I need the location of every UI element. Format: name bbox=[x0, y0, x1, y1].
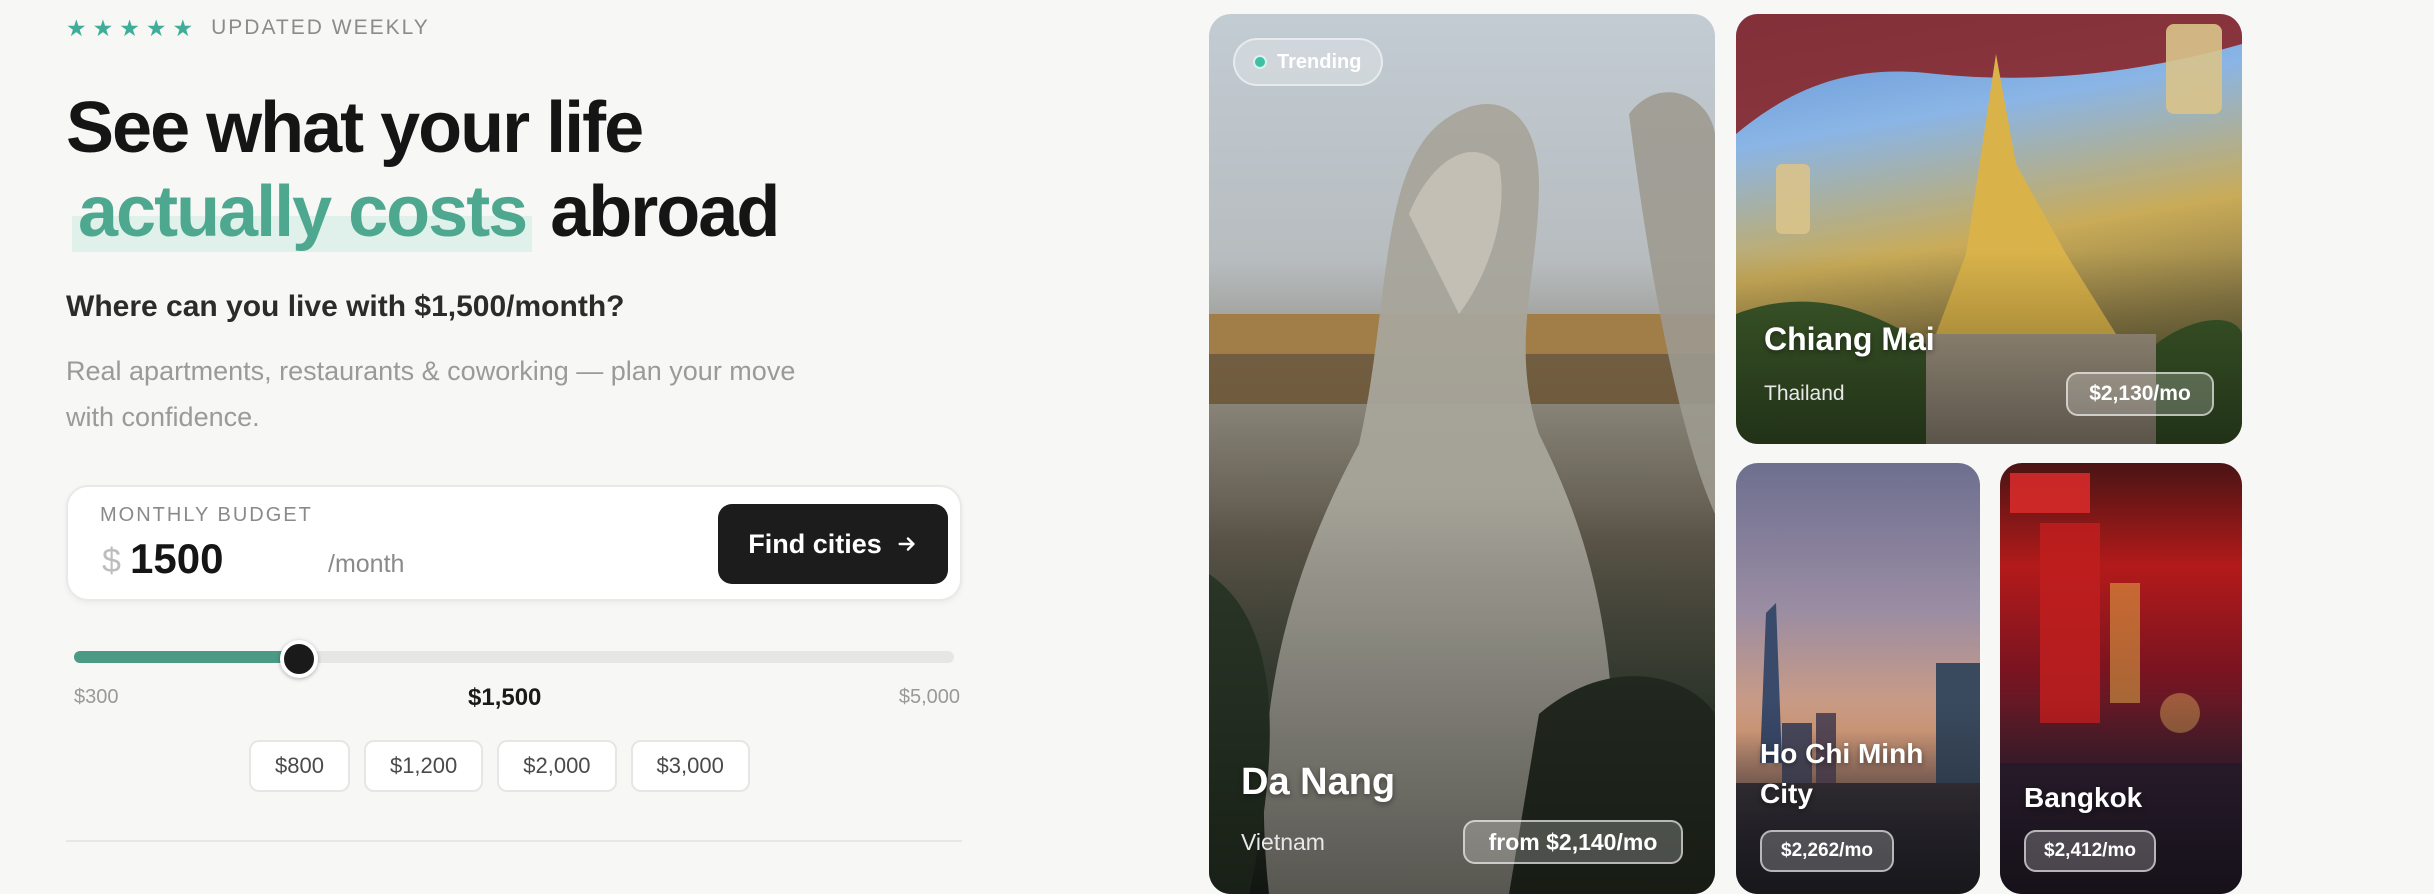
star-icon: ★ bbox=[92, 15, 114, 41]
hero-left: ★ ★ ★ ★ ★ UPDATED WEEKLY See what your l… bbox=[66, 0, 966, 894]
preset-button[interactable]: $1,200 bbox=[363, 740, 484, 792]
headline-tail: abroad bbox=[550, 172, 780, 252]
stars: ★ ★ ★ ★ ★ bbox=[66, 16, 193, 40]
budget-input[interactable]: 1500 bbox=[130, 535, 223, 583]
city-price: $2,262/mo bbox=[1760, 830, 1894, 872]
currency-symbol: $ bbox=[102, 542, 121, 580]
trending-label: Trending bbox=[1277, 50, 1362, 73]
budget-presets: $800 $1,200 $2,000 $3,000 bbox=[249, 740, 750, 792]
star-icon: ★ bbox=[145, 15, 167, 41]
city-country: Thailand bbox=[1764, 382, 1845, 405]
budget-slider[interactable] bbox=[74, 640, 954, 678]
city-name: Da Nang bbox=[1241, 761, 1396, 803]
subheading: Where can you live with $1,500/month? bbox=[66, 290, 625, 323]
city-price: from $2,140/mo bbox=[1463, 820, 1683, 864]
city-name: Chiang Mai bbox=[1764, 321, 1935, 357]
preset-button[interactable]: $800 bbox=[249, 740, 350, 792]
star-icon: ★ bbox=[66, 15, 87, 41]
slider-current-label: $1,500 bbox=[468, 684, 542, 711]
city-name: Ho Chi Minh City bbox=[1760, 738, 1924, 809]
slider-thumb[interactable] bbox=[280, 640, 318, 678]
budget-input-box: MONTHLY BUDGET $ 1500 /month Find cities bbox=[66, 485, 962, 601]
arrow-right-icon bbox=[898, 537, 915, 551]
city-price: $2,412/mo bbox=[2024, 830, 2156, 872]
star-icon: ★ bbox=[172, 15, 194, 41]
trending-badge: Trending bbox=[1233, 38, 1384, 86]
divider bbox=[66, 840, 962, 842]
city-name: Bangkok bbox=[2024, 782, 2143, 813]
budget-unit: /month bbox=[328, 550, 405, 578]
rating-row: ★ ★ ★ ★ ★ UPDATED WEEKLY bbox=[66, 16, 430, 40]
slider-fill bbox=[74, 651, 299, 663]
find-cities-button[interactable]: Find cities bbox=[718, 504, 948, 584]
city-price: $2,130/mo bbox=[2066, 372, 2214, 416]
star-icon: ★ bbox=[119, 15, 140, 41]
preset-button[interactable]: $2,000 bbox=[497, 740, 617, 792]
city-country: Vietnam bbox=[1241, 829, 1325, 855]
city-card-chiang-mai[interactable]: Chiang Mai Thailand $2,130/mo bbox=[1736, 14, 2242, 444]
trending-dot-icon bbox=[1253, 55, 1267, 69]
headline-line1: See what your life bbox=[66, 88, 644, 168]
slider-max-label: $5,000 bbox=[898, 686, 960, 708]
city-card-bangkok[interactable]: Bangkok $2,412/mo bbox=[2000, 463, 2242, 894]
headline-accent: actually costs bbox=[72, 172, 533, 252]
slider-min-label: $300 bbox=[74, 686, 119, 708]
city-card-ho-chi-minh-city[interactable]: Ho Chi Minh City $2,262/mo bbox=[1736, 463, 1980, 894]
city-card-da-nang[interactable]: Trending Da Nang Vietnam from $2,140/mo bbox=[1209, 14, 1715, 894]
budget-label: MONTHLY BUDGET bbox=[100, 504, 313, 526]
page-title: See what your life actually costs abroad bbox=[66, 86, 780, 254]
preset-button[interactable]: $3,000 bbox=[630, 740, 750, 792]
find-cities-label: Find cities bbox=[748, 528, 882, 559]
rating-label: UPDATED WEEKLY bbox=[211, 16, 430, 39]
description: Real apartments, restaurants & coworking… bbox=[66, 356, 796, 432]
